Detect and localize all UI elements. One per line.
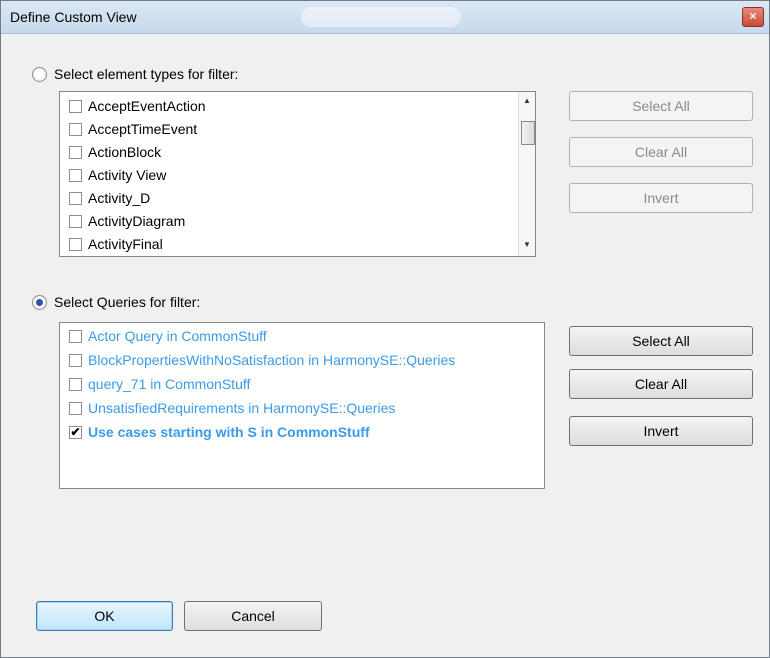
list-item-label: ActivityDiagram (88, 213, 186, 229)
checkbox[interactable] (69, 214, 82, 228)
dialog-body: Select element types for filter: AcceptE… (10, 34, 760, 648)
query-clear-all-button[interactable]: Clear All (569, 369, 753, 399)
define-custom-view-dialog: Define Custom View × Select element type… (0, 0, 770, 658)
queries-list[interactable]: Actor Query in CommonStuff BlockProperti… (59, 322, 545, 489)
checkbox[interactable] (69, 122, 82, 136)
list-item[interactable]: Activity View (69, 164, 166, 186)
list-item-label: Activity View (88, 167, 167, 183)
element-types-radio[interactable] (32, 66, 47, 82)
list-item[interactable]: BlockPropertiesWithNoSatisfaction in Har… (69, 349, 455, 371)
queries-radio-option[interactable]: Select Queries for filter: (32, 294, 200, 310)
checkbox[interactable] (69, 168, 82, 182)
element-types-radio-label: Select element types for filter: (54, 66, 239, 82)
element-select-all-button[interactable]: Select All (569, 91, 753, 121)
list-item[interactable]: AcceptTimeEvent (69, 118, 197, 140)
element-clear-all-button[interactable]: Clear All (569, 137, 753, 167)
list-item[interactable]: AcceptEventAction (69, 95, 206, 117)
list-item-label: AcceptTimeEvent (88, 121, 198, 137)
dialog-title: Define Custom View (10, 9, 137, 25)
checkbox[interactable] (69, 401, 82, 415)
list-item[interactable]: ActionBlock (69, 141, 161, 163)
list-item[interactable]: Actor Query in CommonStuff (69, 325, 267, 347)
list-item[interactable]: UnsatisfiedRequirements in HarmonySE::Qu… (69, 397, 395, 419)
element-invert-button[interactable]: Invert (569, 183, 753, 213)
list-item[interactable]: ✔ Use cases starting with S in CommonStuf… (69, 421, 370, 443)
list-item-label: UnsatisfiedRequirements in HarmonySE::Qu… (88, 400, 396, 416)
list-item-label: ActivityFinal (88, 236, 163, 252)
scroll-down-arrow-icon[interactable]: ▼ (523, 240, 531, 249)
checkbox[interactable]: ✔ (69, 425, 82, 439)
list-item-label: query_71 in CommonStuff (88, 376, 251, 392)
queries-radio[interactable] (32, 294, 47, 310)
title-bar[interactable]: Define Custom View × (1, 1, 769, 34)
list-item-label: Activity_D (88, 190, 151, 206)
checkbox[interactable] (69, 353, 82, 367)
list-item-label: Actor Query in CommonStuff (88, 328, 267, 344)
query-select-all-button[interactable]: Select All (569, 326, 753, 356)
check-mark-icon: ✔ (70, 425, 81, 439)
checkbox[interactable] (69, 377, 82, 391)
checkbox[interactable] (69, 237, 82, 251)
list-item[interactable]: query_71 in CommonStuff (69, 373, 250, 395)
checkbox[interactable] (69, 329, 82, 343)
list-item-label: Use cases starting with S in CommonStuff (88, 424, 370, 440)
scroll-up-arrow-icon[interactable]: ▲ (523, 96, 531, 105)
queries-radio-label: Select Queries for filter: (54, 294, 201, 310)
checkbox[interactable] (69, 145, 82, 159)
scrollbar-thumb[interactable] (521, 121, 535, 145)
list-item[interactable]: ActivityFinal (69, 233, 163, 255)
list-item-label: BlockPropertiesWithNoSatisfaction in Har… (88, 352, 456, 368)
query-invert-button[interactable]: Invert (569, 416, 753, 446)
list-item[interactable]: ActivityDiagram (69, 210, 185, 232)
list-item-label: AcceptEventAction (88, 98, 206, 114)
close-button[interactable]: × (742, 7, 764, 27)
vertical-scrollbar[interactable]: ▲ ▼ (518, 92, 535, 256)
checkbox[interactable] (69, 191, 82, 205)
checkbox[interactable] (69, 99, 82, 113)
ok-button[interactable]: OK (36, 601, 173, 631)
element-types-radio-option[interactable]: Select element types for filter: (32, 66, 238, 82)
cancel-button[interactable]: Cancel (184, 601, 322, 631)
list-item-label: ActionBlock (88, 144, 162, 160)
element-types-list[interactable]: AcceptEventAction AcceptTimeEvent Action… (59, 91, 536, 257)
title-bar-reflection (301, 7, 461, 27)
list-item[interactable]: Activity_D (69, 187, 150, 209)
